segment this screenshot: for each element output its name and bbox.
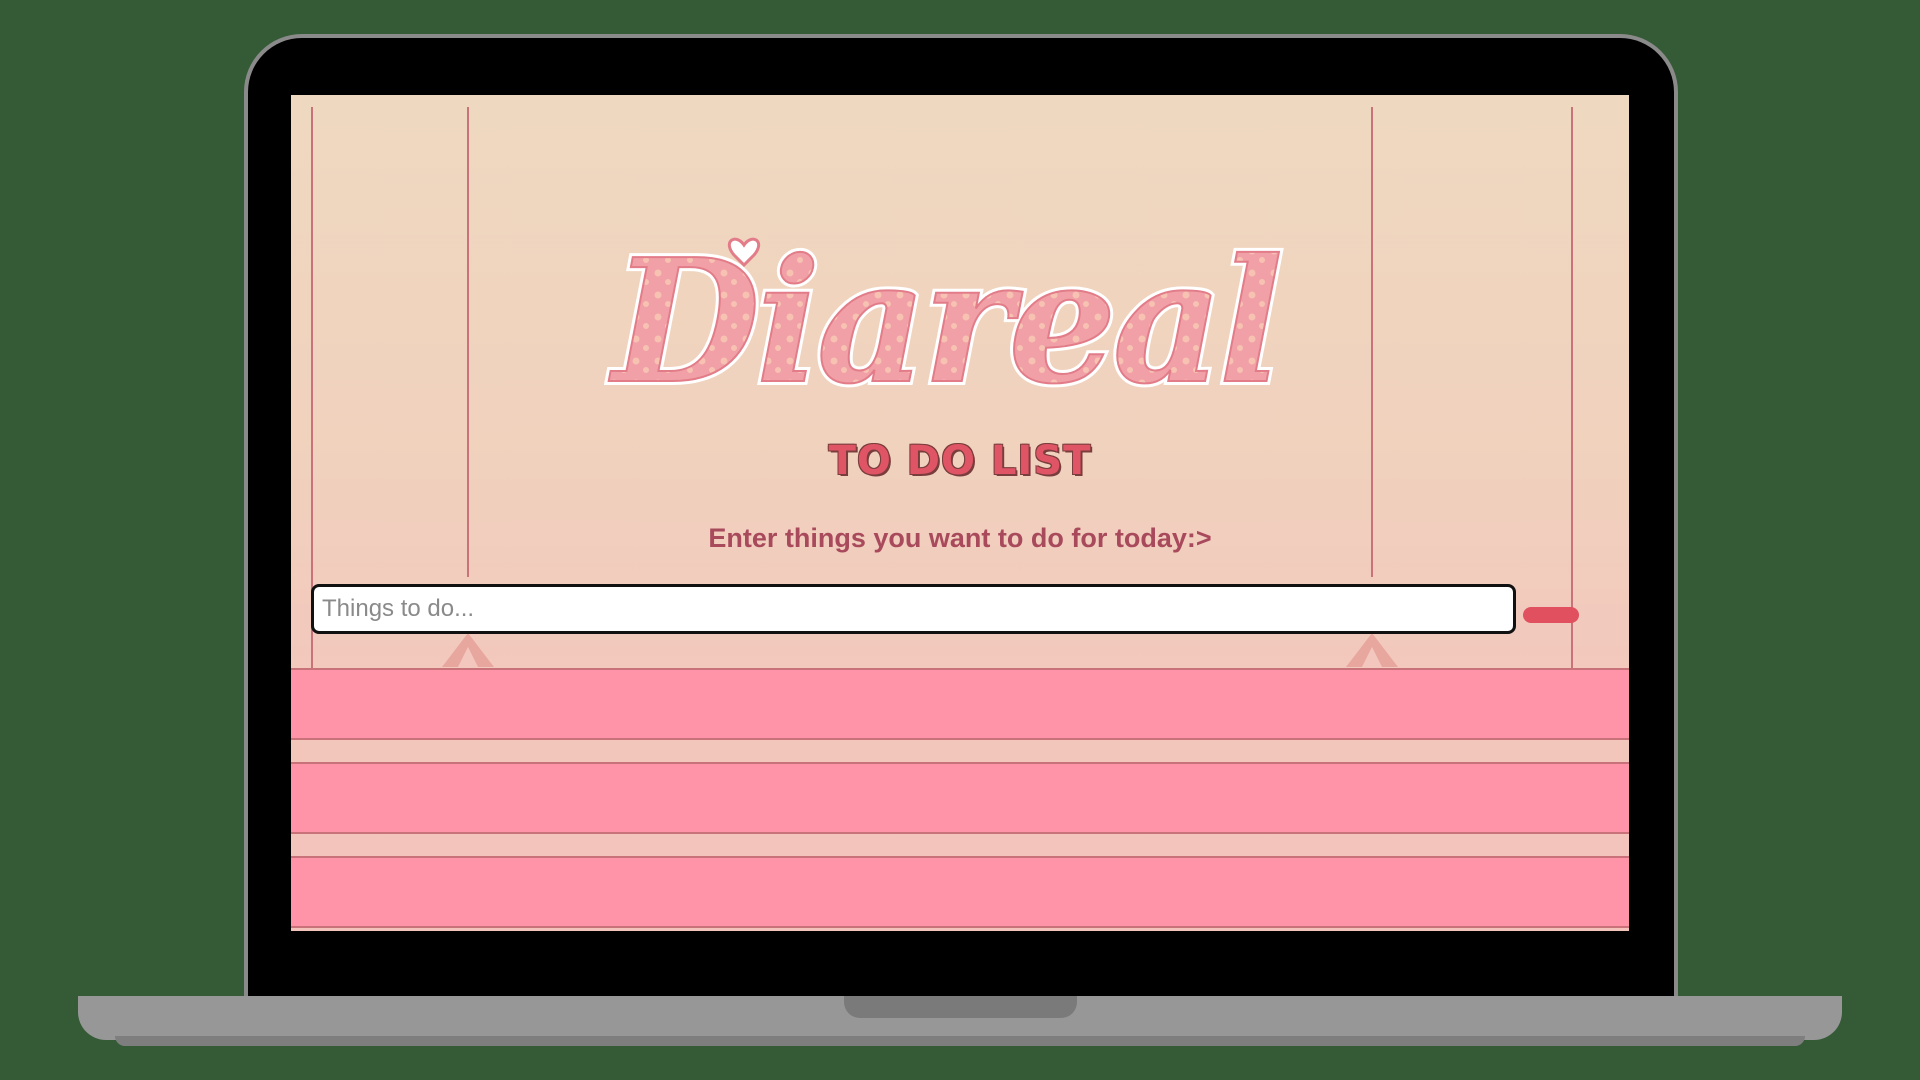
- todo-input[interactable]: [311, 584, 1516, 634]
- add-todo-button[interactable]: [1523, 607, 1579, 623]
- todo-item[interactable]: [291, 762, 1629, 834]
- todo-item-text: [291, 670, 1629, 710]
- decor-string: [1371, 107, 1373, 577]
- todo-item[interactable]: [291, 856, 1629, 928]
- laptop-notch: [844, 996, 1077, 1018]
- todo-item[interactable]: [291, 668, 1629, 740]
- todo-item-text: [291, 764, 1629, 804]
- input-prompt: Enter things you want to do for today:>: [708, 523, 1212, 553]
- laptop-base-shadow: [115, 1036, 1805, 1046]
- desktop-background: Diareal Diareal TO DO LIST Enter things …: [0, 0, 1920, 1080]
- app-screen: Diareal Diareal TO DO LIST Enter things …: [291, 95, 1629, 931]
- page-subtitle: TO DO LIST: [828, 438, 1092, 484]
- app-logo: Diareal Diareal: [586, 218, 1306, 426]
- decor-string: [467, 107, 469, 577]
- decor-flag: [1346, 633, 1398, 667]
- logo-outline: Diareal: [609, 223, 1280, 403]
- decor-flag: [442, 633, 494, 667]
- todo-item-text: [291, 858, 1629, 898]
